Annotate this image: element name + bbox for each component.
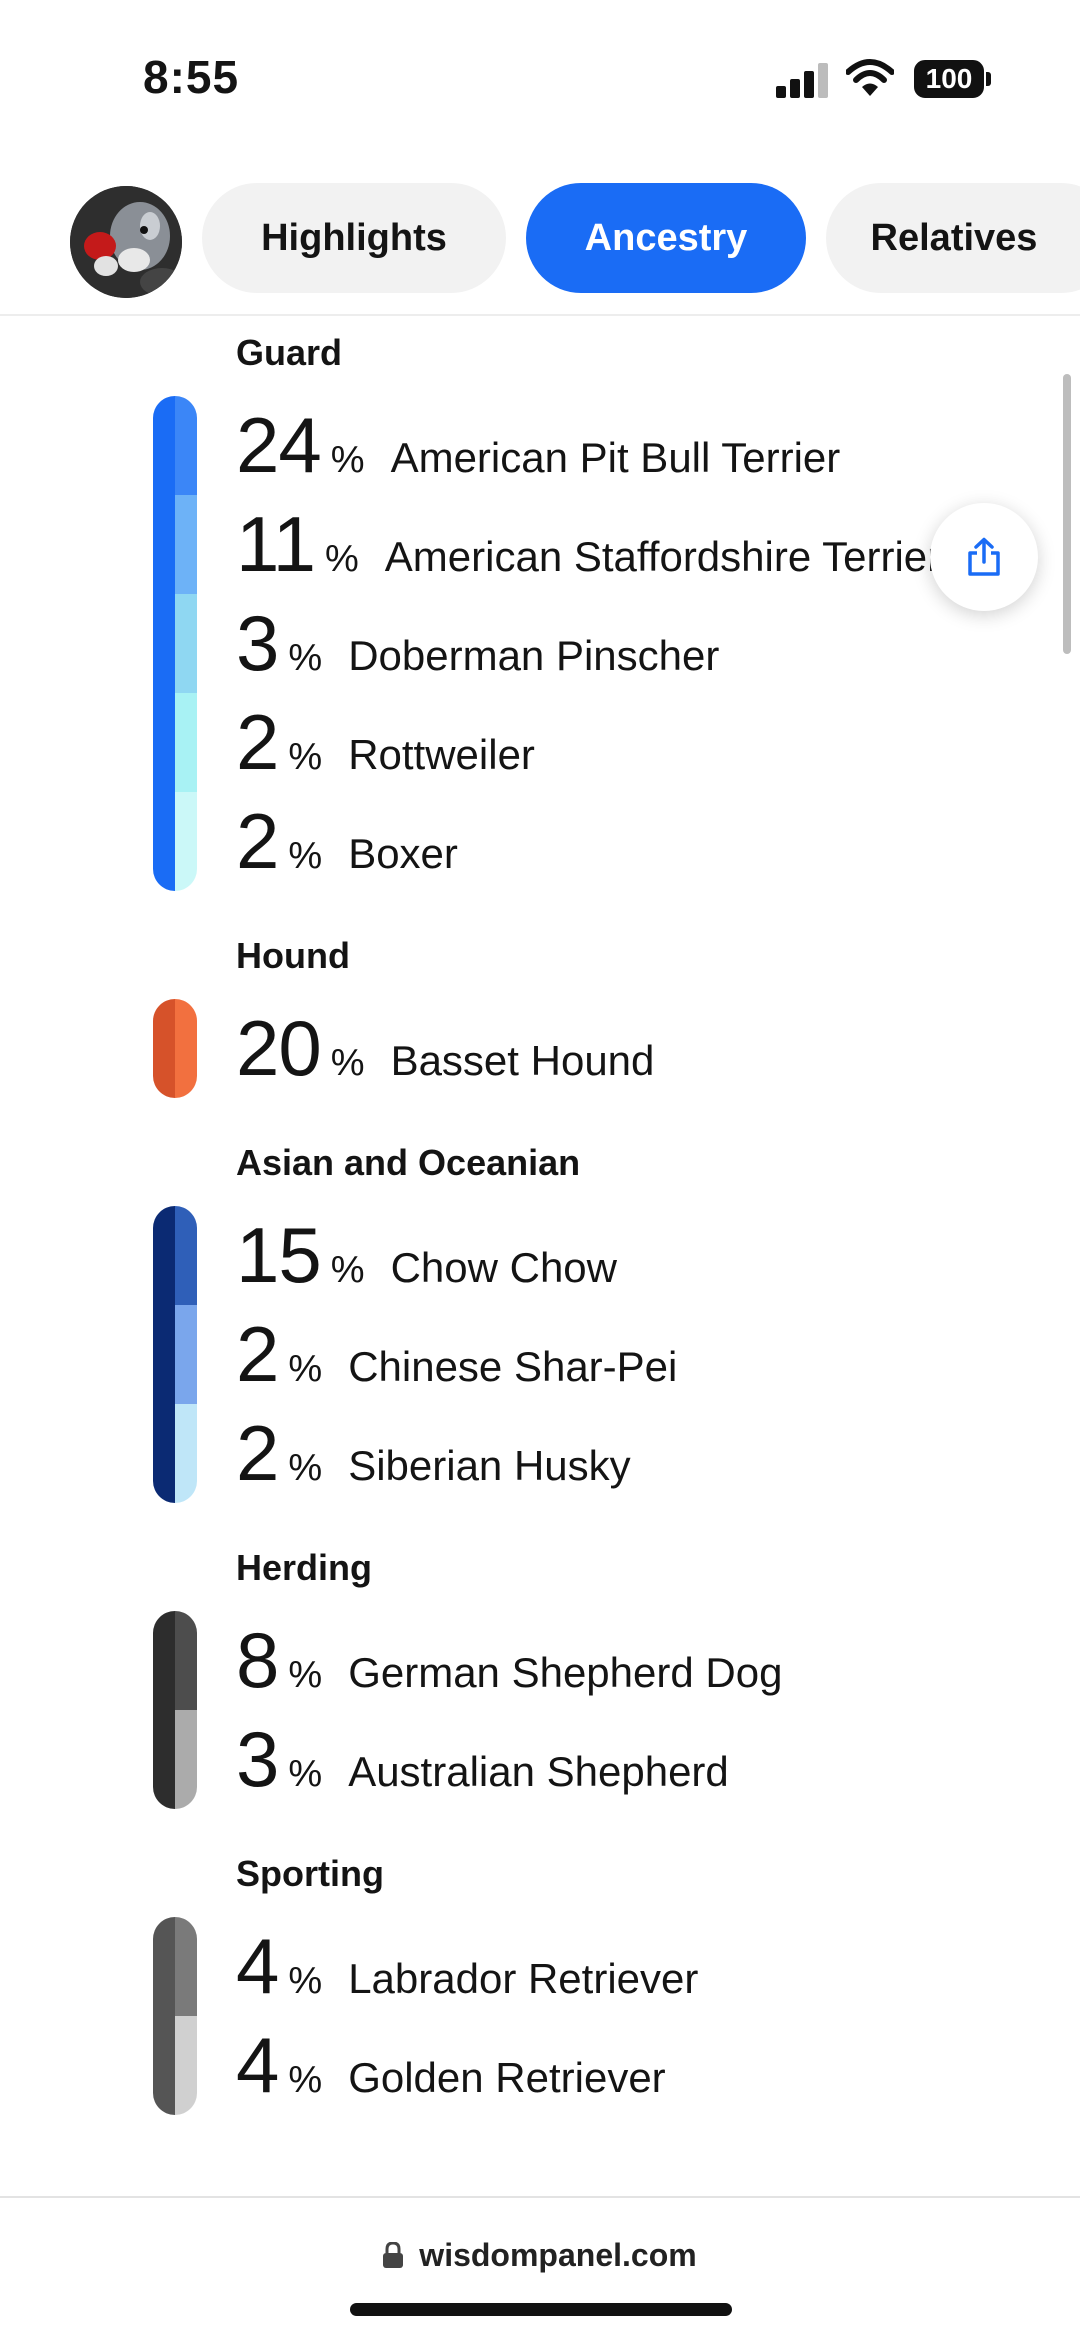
share-button[interactable]	[930, 503, 1038, 611]
status-time: 8:55	[143, 51, 240, 103]
breed-row[interactable]: 2% Siberian Husky	[236, 1404, 631, 1503]
app-root: 8:55 100 Highlights Ancestry Relatives G…	[0, 0, 1080, 2341]
breed-percentage: 3	[236, 1715, 279, 1803]
ancestry-color-bar	[153, 1917, 197, 2115]
breed-name: Labrador Retriever	[348, 1955, 699, 2002]
breed-name: Chinese Shar-Pei	[348, 1343, 678, 1390]
tab-bar: Highlights Ancestry Relatives	[0, 182, 1080, 298]
ancestry-color-bar	[153, 396, 197, 891]
percent-sign: %	[288, 637, 323, 679]
group-title: Guard	[236, 332, 343, 373]
breed-percentage: 2	[236, 1310, 279, 1398]
breed-name: Doberman Pinscher	[348, 632, 720, 679]
battery-cap	[986, 72, 991, 86]
address-bar[interactable]: wisdompanel.com	[0, 2230, 1080, 2280]
breed-name: American Pit Bull Terrier	[390, 434, 841, 481]
breed-row[interactable]: 11% American Staffordshire Terrier	[236, 495, 941, 594]
percent-sign: %	[288, 1960, 323, 2002]
breed-percentage: 3	[236, 599, 279, 687]
breed-name: German Shepherd Dog	[348, 1649, 783, 1696]
breed-percentage: 20	[236, 1004, 322, 1092]
color-bar-segment	[153, 594, 197, 693]
status-bar: 8:55 100	[0, 0, 1080, 150]
breed-row[interactable]: 20% Basset Hound	[236, 999, 654, 1098]
breed-row[interactable]: 3% Doberman Pinscher	[236, 594, 719, 693]
percent-sign: %	[330, 439, 365, 481]
bottom-divider	[0, 2196, 1080, 2198]
url-text: wisdompanel.com	[419, 2236, 697, 2273]
breed-name: Siberian Husky	[348, 1442, 631, 1489]
scrollbar[interactable]	[1063, 374, 1071, 654]
dog-photo-icon	[70, 186, 182, 298]
ancestry-list: Guard 24% American Pit Bull Terrier 11% Amer…	[0, 316, 1080, 2196]
ancestry-color-bar	[153, 1611, 197, 1809]
breed-row[interactable]: 3% Australian Shepherd	[236, 1710, 729, 1809]
percent-sign: %	[324, 538, 359, 580]
breed-name: Rottweiler	[348, 731, 535, 778]
ancestry-color-bar	[153, 999, 197, 1098]
breed-percentage: 24	[236, 401, 322, 489]
color-bar-segment	[153, 396, 197, 495]
percent-sign: %	[288, 1753, 323, 1795]
breed-row[interactable]: 15% Chow Chow	[236, 1206, 617, 1305]
breed-row[interactable]: 8% German Shepherd Dog	[236, 1611, 782, 1710]
color-bar-segment	[153, 495, 197, 594]
breed-percentage: 15	[236, 1211, 322, 1299]
color-bar-segment	[153, 2016, 197, 2115]
color-bar-segment	[153, 1710, 197, 1809]
breed-percentage: 8	[236, 1616, 279, 1704]
ancestry-color-bar	[153, 1206, 197, 1503]
breed-name: Australian Shepherd	[348, 1748, 729, 1795]
group-title: Herding	[236, 1547, 373, 1588]
breed-name: Boxer	[348, 830, 458, 877]
breed-percentage: 2	[236, 698, 279, 786]
avatar[interactable]	[70, 186, 182, 298]
color-bar-segment	[153, 792, 197, 891]
group-title: Sporting	[236, 1853, 384, 1894]
breed-row[interactable]: 4% Golden Retriever	[236, 2016, 666, 2115]
group-title: Hound	[236, 935, 350, 976]
color-bar-segment	[153, 999, 197, 1098]
breed-row[interactable]: 24% American Pit Bull Terrier	[236, 396, 840, 495]
percent-sign: %	[288, 1348, 323, 1390]
tab-ancestry[interactable]: Ancestry	[526, 183, 806, 293]
color-bar-segment	[153, 1611, 197, 1710]
color-bar-segment	[153, 1206, 197, 1305]
percent-sign: %	[288, 736, 323, 778]
breed-percentage: 2	[236, 1409, 279, 1497]
breed-row[interactable]: 2% Boxer	[236, 792, 458, 891]
lock-icon	[383, 2242, 404, 2268]
breed-name: Golden Retriever	[348, 2054, 666, 2101]
color-bar-segment	[153, 1404, 197, 1503]
breed-row[interactable]: 2% Rottweiler	[236, 693, 535, 792]
color-bar-segment	[153, 1917, 197, 2016]
percent-sign: %	[288, 1654, 323, 1696]
percent-sign: %	[330, 1042, 365, 1084]
home-indicator[interactable]	[350, 2303, 732, 2316]
breed-percentage: 11	[236, 500, 316, 588]
percent-sign: %	[330, 1249, 365, 1291]
breed-percentage: 4	[236, 2021, 279, 2109]
tab-highlights[interactable]: Highlights	[202, 183, 506, 293]
tab-relatives[interactable]: Relatives	[826, 183, 1080, 293]
breed-percentage: 2	[236, 797, 279, 885]
share-icon	[968, 537, 1000, 576]
breed-row[interactable]: 2% Chinese Shar-Pei	[236, 1305, 677, 1404]
signal-icon	[776, 62, 830, 98]
color-bar-segment	[153, 1305, 197, 1404]
percent-sign: %	[288, 1447, 323, 1489]
battery-icon: 100	[914, 60, 984, 98]
breed-name: Basset Hound	[390, 1037, 655, 1084]
wifi-icon	[846, 59, 894, 96]
breed-row[interactable]: 4% Labrador Retriever	[236, 1917, 698, 2016]
percent-sign: %	[288, 2059, 323, 2101]
breed-name: American Staffordshire Terrier	[384, 533, 942, 580]
breed-percentage: 4	[236, 1922, 279, 2010]
percent-sign: %	[288, 835, 323, 877]
breed-name: Chow Chow	[390, 1244, 617, 1291]
group-title: Asian and Oceanian	[236, 1142, 581, 1183]
color-bar-segment	[153, 693, 197, 792]
